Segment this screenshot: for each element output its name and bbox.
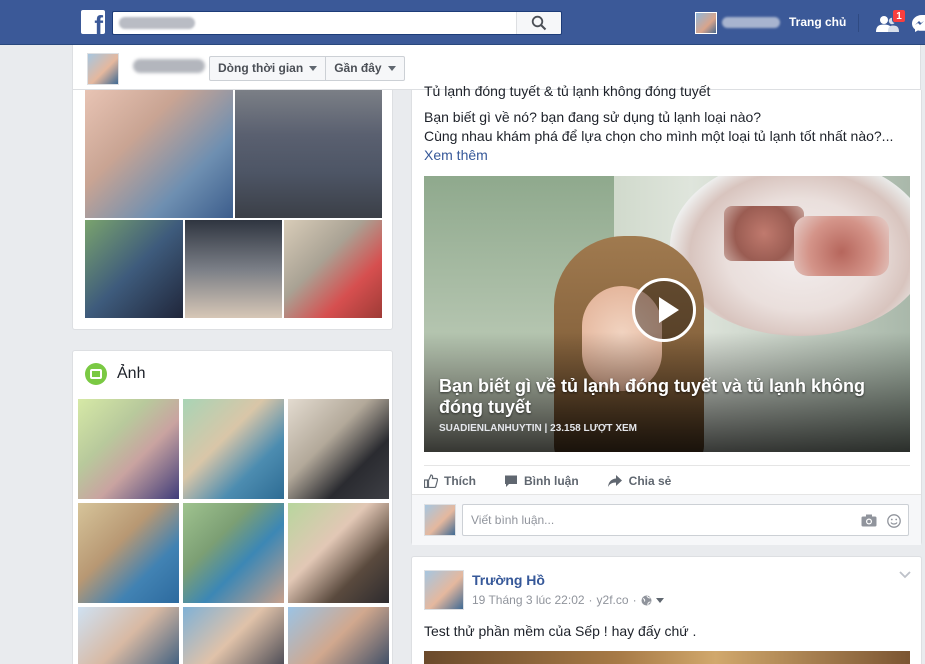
facebook-logo-icon[interactable]: f: [81, 10, 105, 34]
like-button[interactable]: Thích: [424, 474, 476, 488]
comment-icon: [505, 475, 517, 487]
friend-requests-badge: 1: [892, 9, 906, 23]
post-text: Test thử phần mềm của Sếp ! hay đấy chứ …: [424, 623, 697, 639]
timeline-button[interactable]: Dòng thời gian: [210, 57, 325, 80]
timeline-button-label: Dòng thời gian: [218, 61, 304, 75]
video-title[interactable]: Bạn biết gì về tủ lạnh đóng tuyết và tủ …: [439, 376, 899, 418]
post-meta: 19 Tháng 3 lúc 22:02 · y2f.co ·: [472, 593, 664, 607]
photos-title[interactable]: Ảnh: [117, 365, 145, 383]
photo-thumb[interactable]: [288, 399, 389, 499]
photo-thumb[interactable]: [78, 607, 179, 664]
profile-avatar[interactable]: [695, 12, 717, 34]
timeline-nav: Dòng thời gian Gần đây: [209, 56, 405, 81]
friend-photo[interactable]: [185, 220, 282, 318]
top-bar: f Trang chủ 1: [0, 0, 925, 45]
photo-thumb[interactable]: [183, 607, 284, 664]
comment-input[interactable]: Viết bình luận...: [462, 504, 909, 536]
author-name[interactable]: Trường Hồ: [472, 572, 545, 588]
photo-thumb[interactable]: [288, 503, 389, 603]
meta-separator: ·: [632, 593, 637, 607]
messenger-icon[interactable]: [912, 14, 925, 32]
post-headline: Tủ lạnh đóng tuyết & tủ lạnh không đóng …: [424, 83, 711, 99]
post-text-line: Bạn biết gì về nó? bạn đang sử dụng tủ l…: [424, 109, 762, 125]
friends-card: [72, 90, 393, 330]
divider: [858, 14, 859, 32]
friend-photo[interactable]: [284, 220, 382, 318]
like-icon: [424, 473, 438, 488]
search-icon: [531, 15, 547, 31]
home-link[interactable]: Trang chủ: [789, 15, 846, 29]
recent-button[interactable]: Gần đây: [325, 57, 403, 80]
search-query-blurred: [119, 17, 195, 29]
post-timestamp[interactable]: 19 Tháng 3 lúc 22:02: [472, 593, 585, 607]
post-source[interactable]: y2f.co: [597, 593, 629, 607]
comment-button[interactable]: Bình luận: [504, 474, 579, 488]
post-card: Trường Hồ 19 Tháng 3 lúc 22:02 · y2f.co …: [411, 556, 922, 664]
photo-thumb[interactable]: [78, 399, 179, 499]
commenter-avatar: [424, 504, 456, 536]
see-more-link[interactable]: Xem thêm: [424, 147, 488, 163]
timeline-avatar[interactable]: [87, 53, 119, 85]
photo-thumb[interactable]: [78, 503, 179, 603]
post-card: Tủ lạnh đóng tuyết & tủ lạnh không đóng …: [411, 83, 922, 545]
comment-label: Bình luận: [524, 473, 579, 488]
friend-photo[interactable]: [235, 90, 382, 218]
video-player[interactable]: Bạn biết gì về tủ lạnh đóng tuyết và tủ …: [424, 176, 910, 452]
profile-name-blurred[interactable]: [722, 17, 780, 28]
friend-photo[interactable]: [85, 220, 183, 318]
share-icon: [607, 474, 622, 487]
post-options-icon[interactable]: [899, 571, 911, 579]
meta-separator: ·: [588, 593, 593, 607]
search-button[interactable]: [516, 12, 561, 34]
photo-thumb[interactable]: [183, 503, 284, 603]
video-meta: SUADIENLANHUYTIN | 23.158 LƯỢT XEM: [439, 423, 637, 434]
share-button[interactable]: Chia sẻ: [607, 473, 672, 488]
author-avatar[interactable]: [424, 570, 464, 610]
camera-icon[interactable]: [861, 514, 877, 527]
chevron-down-icon[interactable]: [655, 597, 664, 603]
globe-icon[interactable]: [641, 595, 652, 606]
post-actions: Thích Bình luận Chia sẻ: [424, 465, 910, 495]
post-image[interactable]: [424, 651, 910, 664]
comment-composer: Viết bình luận...: [412, 494, 921, 545]
timeline-name-blurred[interactable]: [133, 59, 205, 73]
photo-thumb[interactable]: [288, 607, 389, 664]
recent-button-label: Gần đây: [334, 61, 382, 75]
like-label: Thích: [444, 473, 476, 488]
play-icon[interactable]: [632, 278, 696, 342]
friend-photo[interactable]: [85, 90, 233, 218]
photos-card: Ảnh: [72, 350, 393, 664]
chevron-down-icon: [309, 66, 318, 71]
photo-icon: [85, 363, 107, 385]
search-input[interactable]: [112, 11, 562, 35]
chevron-down-icon: [387, 66, 396, 71]
post-text-line: Cùng nhau khám phá để lựa chọn cho mình …: [424, 128, 894, 144]
emoji-icon[interactable]: [887, 514, 901, 528]
photo-thumb[interactable]: [183, 399, 284, 499]
share-label: Chia sẻ: [628, 473, 672, 488]
